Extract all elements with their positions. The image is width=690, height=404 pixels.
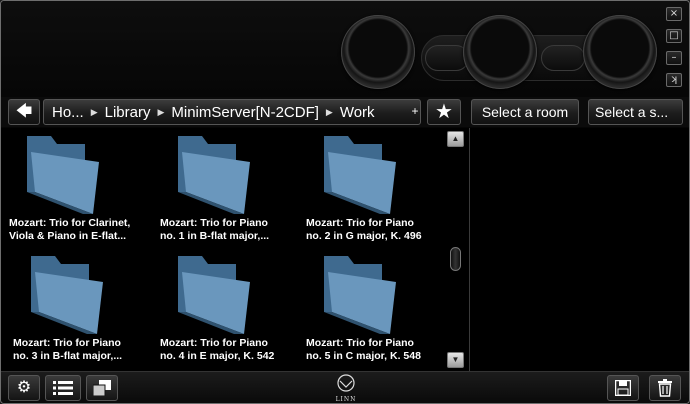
star-icon: ★ [435, 101, 453, 123]
maximize-icon[interactable]: □ [666, 29, 682, 43]
chevron-right-icon: ▶ [157, 106, 165, 117]
folder-item[interactable]: Mozart: Trio for Piano no. 2 in G major,… [298, 128, 443, 248]
select-room-button[interactable]: Select a room [471, 99, 579, 125]
folder-item[interactable]: Mozart: Trio for Clarinet, Viola & Piano… [1, 128, 146, 248]
browser-scrollbar[interactable]: ▲ ▼ [447, 131, 465, 368]
breadcrumb-library[interactable]: Library [103, 104, 153, 121]
folder-icon [31, 256, 103, 334]
breadcrumb: Ho... ▶ Library ▶ MinimServer[N-2CDF] ▶ … [43, 99, 421, 125]
playlist-pane [470, 128, 689, 371]
linn-logo-text: LINN [335, 396, 357, 403]
folder-label: Mozart: Trio for Piano no. 4 in E major,… [160, 337, 300, 363]
volume-knob[interactable] [341, 15, 415, 89]
folder-item[interactable]: Mozart: Trio for Piano no. 4 in E major,… [152, 248, 297, 368]
folder-item[interactable]: Mozart: Trio for Piano no. 5 in C major,… [298, 248, 443, 368]
folder-item[interactable]: Mozart: Trio for Piano no. 1 in B-flat m… [152, 128, 297, 248]
scroll-up-button[interactable]: ▲ [447, 131, 464, 147]
chevron-right-icon: ▶ [90, 106, 98, 117]
folder-label: Mozart: Trio for Piano no. 2 in G major,… [306, 217, 446, 243]
folder-item[interactable]: Mozart: Trio for Piano no. 3 in B-flat m… [5, 248, 150, 368]
breadcrumb-home[interactable]: Ho... [50, 104, 86, 121]
scroll-thumb[interactable] [450, 247, 461, 271]
list-view-button[interactable] [45, 375, 81, 401]
add-bookmark-button[interactable]: + [407, 99, 423, 125]
folder-label-line: Viola & Piano in E-flat... [9, 230, 127, 242]
chevron-right-icon: ▶ [325, 106, 333, 117]
arrow-left-icon: 🡄 [15, 103, 33, 120]
folder-label-line: Mozart: Trio for Clarinet, [9, 217, 131, 229]
settings-button[interactable]: ⚙ [8, 375, 40, 401]
trash-icon [658, 379, 672, 397]
tiles-icon [92, 380, 111, 397]
list-icon [53, 381, 73, 395]
folder-icon [178, 256, 250, 334]
select-source-button[interactable]: Select a s... [588, 99, 683, 125]
folder-label: Mozart: Trio for Piano no. 5 in C major,… [306, 337, 446, 363]
folder-label-line: no. 3 in B-flat major,... [13, 350, 123, 362]
save-playlist-button[interactable] [607, 375, 639, 401]
linn-logo: LINN [331, 374, 361, 403]
play-button[interactable] [463, 15, 537, 89]
clear-playlist-button[interactable] [649, 375, 681, 401]
folder-icon [178, 136, 250, 214]
scroll-down-button[interactable]: ▼ [447, 352, 464, 368]
minimize-icon[interactable]: – [666, 51, 682, 65]
breadcrumb-work[interactable]: Work [338, 104, 377, 121]
back-button[interactable]: 🡄 [8, 99, 40, 125]
seek-knob[interactable] [583, 15, 657, 89]
folder-label: Mozart: Trio for Piano no. 3 in B-flat m… [13, 337, 153, 363]
next-button[interactable] [541, 45, 585, 71]
tile-view-button[interactable] [86, 375, 118, 401]
folder-label-line: Mozart: Trio for Piano [306, 217, 414, 229]
navigation-bar: 🡄 Ho... ▶ Library ▶ MinimServer[N-2CDF] … [1, 97, 689, 127]
folder-label-line: Mozart: Trio for Piano [160, 337, 268, 349]
folder-icon [27, 136, 99, 214]
compact-mode-icon[interactable]: ʞ [666, 73, 682, 87]
folder-label-line: Mozart: Trio for Piano [160, 217, 268, 229]
folder-label-line: Mozart: Trio for Piano [13, 337, 121, 349]
linn-kinsky-window: × □ – ʞ 🡄 Ho... ▶ Library ▶ MinimServer[… [0, 0, 690, 404]
gear-icon: ⚙ [16, 379, 32, 396]
folder-label-line: no. 5 in C major, K. 548 [306, 350, 421, 362]
library-browser: Mozart: Trio for Clarinet, Viola & Piano… [1, 128, 469, 371]
folder-icon [324, 136, 396, 214]
window-controls: × □ – ʞ [666, 7, 684, 95]
folder-label-line: no. 2 in G major, K. 496 [306, 230, 422, 242]
linn-logo-mark [337, 374, 355, 392]
bottom-toolbar: ⚙ LINN [1, 371, 689, 403]
folder-label-line: Mozart: Trio for Piano [306, 337, 414, 349]
folder-label: Mozart: Trio for Clarinet, Viola & Piano… [9, 217, 149, 243]
floppy-disk-icon [614, 379, 632, 397]
close-icon[interactable]: × [666, 7, 682, 21]
folder-label-line: no. 4 in E major, K. 542 [160, 350, 275, 362]
transport-area: × □ – ʞ [1, 1, 689, 97]
folder-icon [324, 256, 396, 334]
folder-label: Mozart: Trio for Piano no. 1 in B-flat m… [160, 217, 300, 243]
folder-label-line: no. 1 in B-flat major,... [160, 230, 270, 242]
breadcrumb-server[interactable]: MinimServer[N-2CDF] [169, 104, 321, 121]
favorites-button[interactable]: ★ [427, 99, 461, 125]
